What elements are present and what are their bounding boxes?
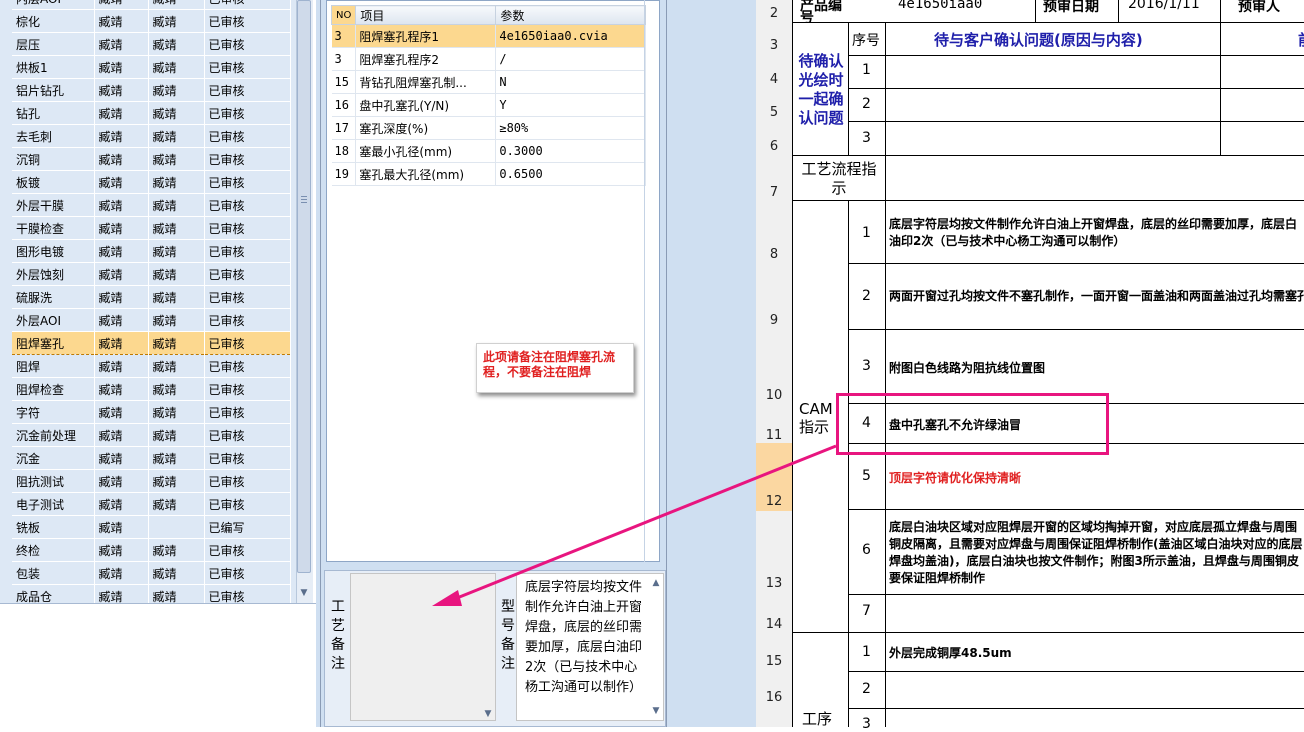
annotation-arrow xyxy=(432,444,837,606)
